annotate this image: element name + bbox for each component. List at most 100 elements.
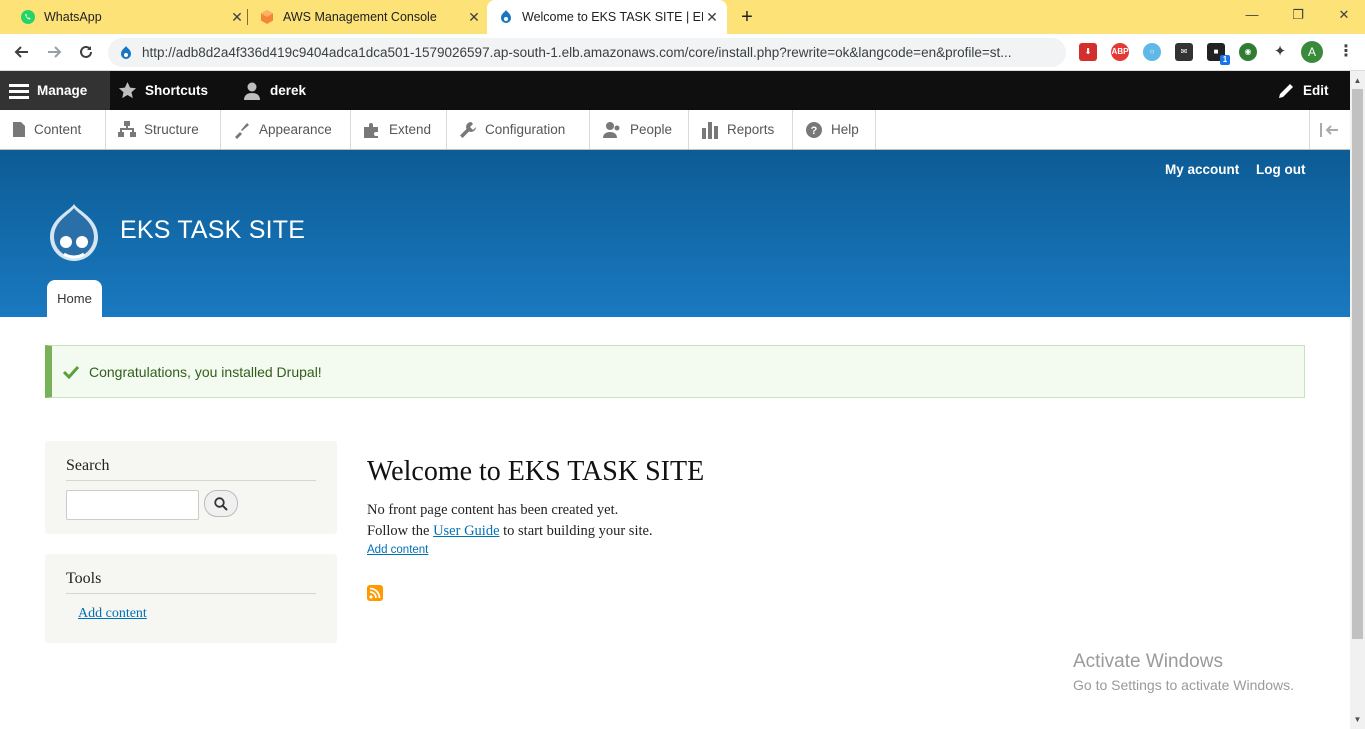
search-input[interactable] xyxy=(66,490,199,520)
tab-eks-site[interactable]: Welcome to EKS TASK SITE | EKS ✕ xyxy=(487,0,727,34)
divider xyxy=(66,593,316,594)
tools-add-content-link[interactable]: Add content xyxy=(78,606,147,622)
add-content-link[interactable]: Add content xyxy=(367,544,428,556)
document-icon xyxy=(13,122,25,137)
tray-item-people[interactable]: People xyxy=(590,110,689,149)
new-tab-button[interactable]: + xyxy=(736,6,758,28)
close-tab-icon[interactable]: ✕ xyxy=(228,8,246,26)
restore-button[interactable]: ❐ xyxy=(1275,4,1321,26)
mail-ext-icon[interactable]: ✉ xyxy=(1175,43,1193,61)
paintbrush-icon xyxy=(235,122,249,139)
tray-item-label: Content xyxy=(34,122,82,137)
main-menu-home[interactable]: Home xyxy=(47,280,102,317)
tray-item-appearance[interactable]: Appearance xyxy=(221,110,351,149)
shortcuts-label: Shortcuts xyxy=(145,83,209,98)
admin-tray: Content Structure Appearance Extend Conf… xyxy=(0,110,1350,150)
back-button[interactable] xyxy=(9,39,35,65)
edit-label: Edit xyxy=(1303,83,1329,98)
close-tab-icon[interactable]: ✕ xyxy=(703,8,721,26)
tab-aws[interactable]: AWS Management Console ✕ xyxy=(253,0,483,34)
cube-ext-icon[interactable]: ■ 1 xyxy=(1207,43,1230,65)
minimize-button[interactable]: — xyxy=(1229,4,1275,26)
page-title: Welcome to EKS TASK SITE xyxy=(367,456,705,487)
my-account-link[interactable]: My account xyxy=(1165,162,1239,177)
tray-item-reports[interactable]: Reports xyxy=(689,110,793,149)
back-arrow-icon xyxy=(14,46,28,58)
admin-toolbar: Manage Shortcuts derek Edit xyxy=(0,71,1350,110)
whatsapp-icon xyxy=(21,10,35,24)
scrollbar-thumb[interactable] xyxy=(1352,89,1363,639)
reload-icon xyxy=(80,45,92,58)
tab-title: WhatsApp xyxy=(44,10,102,24)
tray-item-help[interactable]: ? Help xyxy=(793,110,876,149)
wrench-icon xyxy=(460,121,476,138)
divider xyxy=(66,480,316,481)
tab-whatsapp[interactable]: WhatsApp ✕ xyxy=(14,0,246,34)
url-text[interactable]: http://adb8d2a4f336d419c9404adca1dca501-… xyxy=(142,45,1052,60)
tab-separator xyxy=(247,9,248,25)
tab-title: Welcome to EKS TASK SITE | EKS xyxy=(522,10,703,24)
tray-orientation-toggle[interactable] xyxy=(1309,110,1350,149)
forward-button[interactable] xyxy=(41,39,67,65)
bar-chart-icon xyxy=(702,121,718,139)
tray-item-extend[interactable]: Extend xyxy=(351,110,447,149)
search-button[interactable] xyxy=(204,490,238,517)
browser-tab-strip: WhatsApp ✕ AWS Management Console ✕ Welc… xyxy=(0,0,1365,34)
search-block: Search xyxy=(45,441,337,534)
activate-windows-title: Activate Windows xyxy=(1073,651,1223,672)
shortcuts-button[interactable]: Shortcuts xyxy=(118,71,208,110)
tab-title: AWS Management Console xyxy=(283,10,437,24)
close-tab-icon[interactable]: ✕ xyxy=(465,8,483,26)
drupal-logo[interactable] xyxy=(44,202,104,266)
pencil-icon xyxy=(1279,83,1293,98)
browser-toolbar: http://adb8d2a4f336d419c9404adca1dca501-… xyxy=(0,34,1365,71)
scroll-down-arrow-icon[interactable]: ▼ xyxy=(1350,712,1365,727)
tray-item-content[interactable]: Content xyxy=(0,110,106,149)
user-button[interactable]: derek xyxy=(242,71,306,110)
manage-button[interactable]: Manage xyxy=(0,71,110,110)
tray-item-configuration[interactable]: Configuration xyxy=(447,110,590,149)
rss-feed-icon[interactable] xyxy=(367,585,383,601)
site-name[interactable]: EKS TASK SITE xyxy=(120,216,305,245)
tray-item-structure[interactable]: Structure xyxy=(106,110,221,149)
user-label: derek xyxy=(270,83,307,98)
close-window-button[interactable]: ✕ xyxy=(1321,4,1365,26)
reload-button[interactable] xyxy=(73,39,99,65)
puzzle-piece-icon xyxy=(364,122,378,138)
checkmark-icon xyxy=(63,365,79,379)
hamburger-icon xyxy=(9,83,29,99)
star-icon xyxy=(118,81,137,99)
search-ext-icon[interactable]: ○ xyxy=(1143,43,1161,61)
tools-block: Tools Add content xyxy=(45,554,337,643)
scroll-up-arrow-icon[interactable]: ▲ xyxy=(1350,73,1365,88)
sitemap-icon xyxy=(118,121,136,137)
user-guide-text: Follow the User Guide to start building … xyxy=(367,523,653,540)
page-scrollbar[interactable]: ▲ ▼ xyxy=(1350,71,1365,729)
download-ext-icon[interactable]: ⬇ xyxy=(1079,43,1097,61)
edit-button[interactable]: Edit xyxy=(1277,71,1329,110)
help-icon: ? xyxy=(806,121,822,138)
forward-arrow-icon xyxy=(48,46,62,58)
tray-item-label: Reports xyxy=(727,122,775,137)
collapse-icon xyxy=(1320,122,1338,137)
drupal-icon xyxy=(501,10,511,23)
search-icon xyxy=(214,496,228,511)
user-guide-prefix: Follow the xyxy=(367,523,434,539)
manage-label: Manage xyxy=(37,83,88,98)
svg-text:?: ? xyxy=(811,125,818,137)
profile-avatar[interactable]: A xyxy=(1301,41,1323,63)
chrome-menu-icon[interactable]: ⋮ xyxy=(1338,42,1354,62)
tray-item-label: Help xyxy=(831,122,859,137)
status-message: Congratulations, you installed Drupal! xyxy=(45,345,1305,398)
globe-ext-icon[interactable]: ◉ xyxy=(1239,43,1257,61)
no-content-text: No front page content has been created y… xyxy=(367,502,619,518)
user-guide-suffix: to start building your site. xyxy=(499,523,653,539)
tray-item-label: Extend xyxy=(389,122,432,137)
tray-item-label: Configuration xyxy=(485,122,566,137)
address-bar[interactable]: http://adb8d2a4f336d419c9404adca1dca501-… xyxy=(108,38,1066,67)
tray-item-label: Appearance xyxy=(259,122,332,137)
adblock-ext-icon[interactable]: ABP xyxy=(1111,43,1129,61)
user-guide-link[interactable]: User Guide xyxy=(433,523,499,539)
log-out-link[interactable]: Log out xyxy=(1256,162,1305,177)
puzzle-icon[interactable]: ✦ xyxy=(1271,43,1289,61)
